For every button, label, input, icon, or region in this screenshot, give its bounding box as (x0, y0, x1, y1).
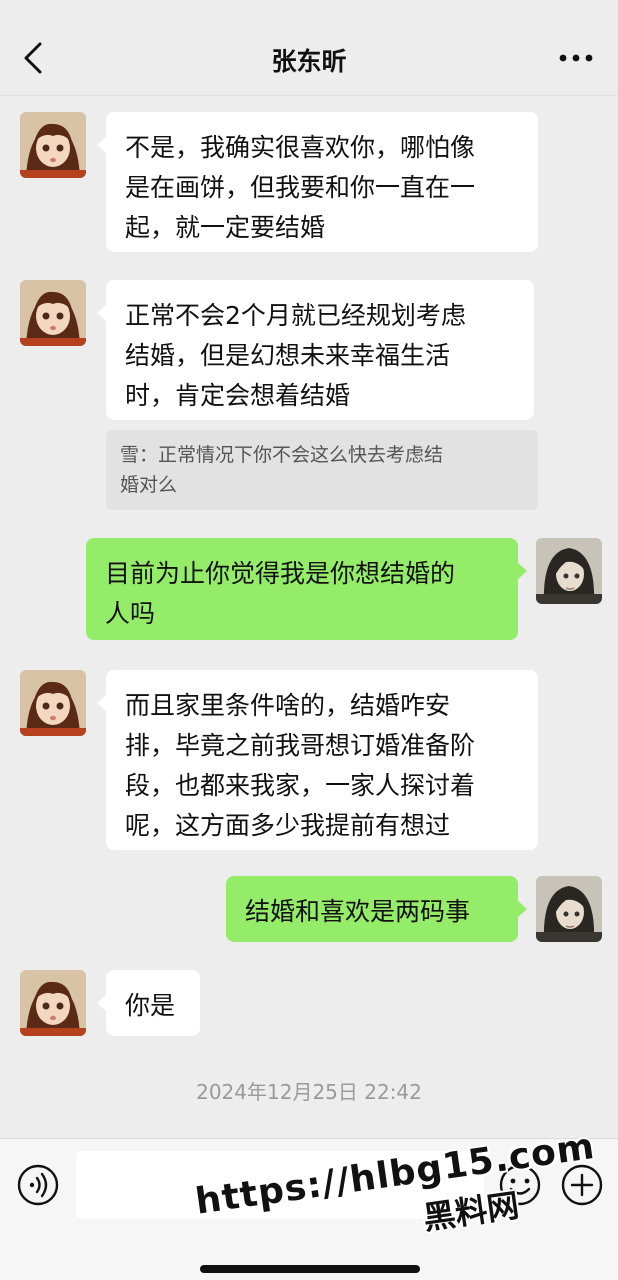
message-line: 排，毕竟之前我哥想订婚准备阶 (125, 731, 476, 760)
message-line: 人吗 (105, 599, 156, 628)
quoted-message[interactable]: 雪：正常情况下你不会这么快去考虑结 婚对么 (106, 430, 538, 510)
message-line: 正常不会2个月就已经规划考虑 (125, 301, 466, 330)
message-line: 起，就一定要结婚 (125, 213, 326, 242)
contact-avatar[interactable] (20, 112, 86, 178)
my-avatar[interactable] (536, 538, 602, 604)
voice-icon (17, 1164, 59, 1206)
message-line: 是在画饼，但我要和你一直在一 (125, 173, 476, 202)
my-avatar[interactable] (536, 876, 602, 942)
message-line: 结婚，但是幻想未来幸福生活 (125, 341, 451, 370)
message-bubble-outgoing[interactable]: 结婚和喜欢是两码事 (226, 876, 527, 942)
message-bubble-outgoing[interactable]: 目前为止你觉得我是你想结婚的 人吗 (86, 538, 527, 640)
contact-avatar[interactable] (20, 280, 86, 346)
message-line: 呢，这方面多少我提前有想过 (125, 811, 451, 840)
quote-line: 雪：正常情况下你不会这么快去考虑结 (120, 444, 444, 466)
chat-title: 张东昕 (271, 47, 347, 76)
chat-header: 张东昕 (0, 0, 618, 96)
message-line: 而且家里条件啥的，结婚咋安 (125, 691, 451, 720)
message-line: 你是 (125, 991, 176, 1020)
more-dots-icon (559, 54, 593, 62)
message-line: 目前为止你觉得我是你想结婚的 (105, 559, 456, 588)
message-line: 不是，我确实很喜欢你，哪怕像 (125, 133, 476, 162)
voice-button[interactable] (16, 1163, 60, 1207)
message-line: 时，肯定会想着结婚 (125, 381, 351, 410)
message-timestamp: 2024年12月25日 22:42 (196, 1080, 422, 1104)
message-line: 结婚和喜欢是两码事 (245, 897, 471, 926)
message-bubble-incoming[interactable]: 正常不会2个月就已经规划考虑 结婚，但是幻想未来幸福生活 时，肯定会想着结婚 (97, 280, 534, 420)
home-indicator (200, 1265, 420, 1273)
message-bubble-incoming[interactable]: 你是 (97, 970, 200, 1036)
message-line: 段，也都来我家，一家人探讨着 (125, 771, 476, 800)
contact-avatar[interactable] (20, 670, 86, 736)
message-bubble-incoming[interactable]: 不是，我确实很喜欢你，哪怕像 是在画饼，但我要和你一直在一 起，就一定要结婚 (97, 112, 538, 252)
contact-avatar[interactable] (20, 970, 86, 1036)
more-button[interactable] (558, 48, 594, 68)
message-bubble-incoming[interactable]: 而且家里条件啥的，结婚咋安 排，毕竟之前我哥想订婚准备阶 段，也都来我家，一家人… (97, 670, 538, 850)
quote-line: 婚对么 (120, 474, 178, 496)
